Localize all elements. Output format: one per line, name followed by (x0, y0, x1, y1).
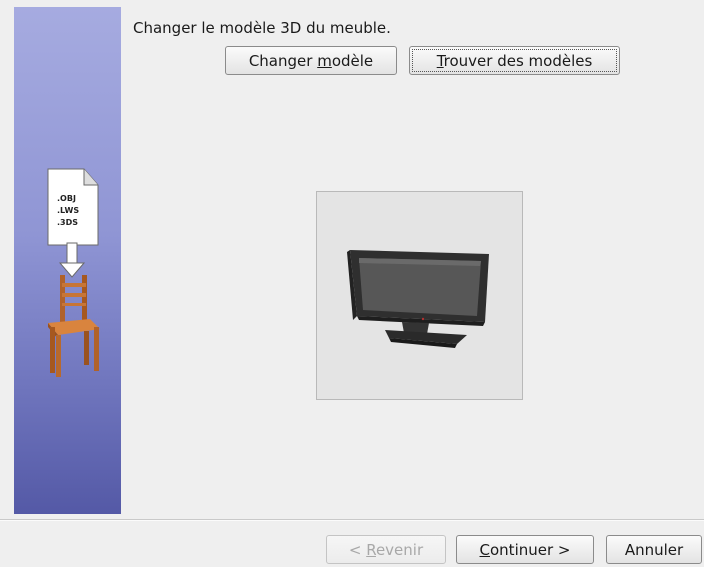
footer-separator (0, 519, 704, 521)
cancel-button[interactable]: Annuler (606, 535, 702, 564)
continue-label: Continuer > (479, 540, 571, 559)
extension-3ds: .3DS (57, 218, 78, 227)
step-instruction: Changer le modèle 3D du meuble. (133, 19, 391, 37)
extension-obj: .OBJ (57, 194, 76, 203)
change-model-button[interactable]: Changer modèle (225, 46, 397, 75)
model-import-illustration: .OBJ .LWS .3DS (47, 168, 100, 377)
find-models-label: Trouver des modèles (436, 51, 593, 70)
back-button[interactable]: < Revenir (326, 535, 446, 564)
document-icon: .OBJ .LWS .3DS (47, 168, 99, 246)
change-model-label: Changer modèle (248, 51, 374, 70)
extension-lws: .LWS (57, 206, 79, 215)
model-preview[interactable] (316, 191, 523, 400)
arrow-down-icon (58, 242, 86, 278)
continue-button[interactable]: Continuer > (456, 535, 594, 564)
wizard-sidebar: .OBJ .LWS .3DS (14, 7, 121, 514)
find-models-button[interactable]: Trouver des modèles (409, 46, 620, 75)
back-label: < Revenir (348, 540, 424, 559)
flat-screen-tv-icon (347, 250, 489, 348)
chair-icon (48, 275, 100, 377)
